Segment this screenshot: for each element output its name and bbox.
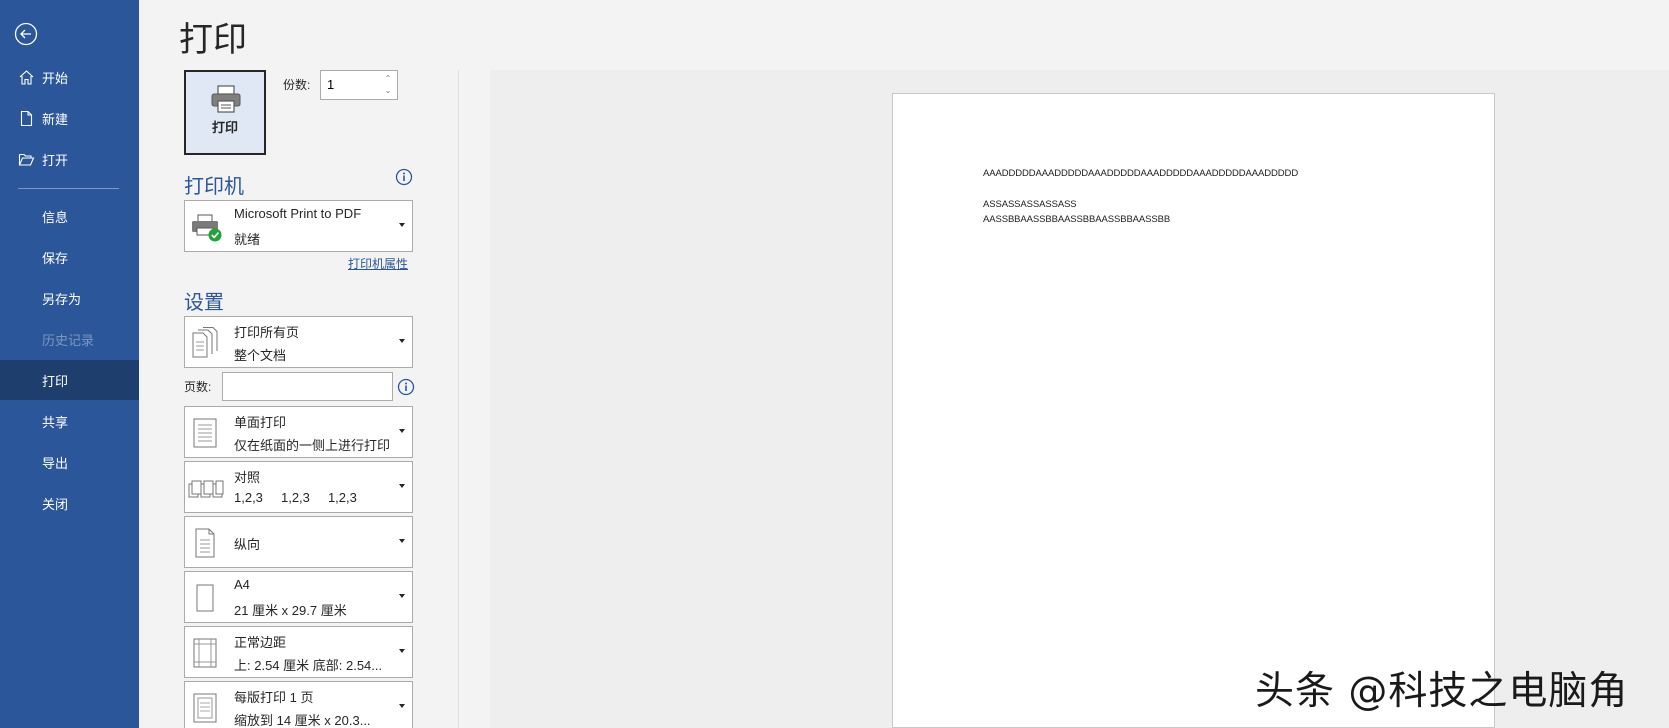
- portrait-icon: [195, 528, 215, 558]
- sidebar-item-label: 共享: [42, 414, 69, 430]
- print-button[interactable]: 打印: [184, 70, 266, 155]
- sidebar-item-label: 历史记录: [42, 332, 95, 348]
- page-title: 打印: [179, 21, 247, 59]
- paper-size-icon: [196, 584, 214, 612]
- document-line: AASSBBAASSBBAASSBBAASSBBAASSBB: [983, 214, 1171, 225]
- copies-input[interactable]: [327, 77, 377, 92]
- dropdown-line2: 仅在纸面的一侧上进行打印: [234, 438, 391, 453]
- dropdown-line2: 1,2,3 1,2,3 1,2,3: [234, 490, 357, 505]
- info-icon[interactable]: [397, 378, 415, 396]
- sidebar-item-label: 开始: [42, 70, 69, 86]
- sidebar-item-open[interactable]: 打开: [0, 139, 139, 179]
- dropdown-line1: 每版打印 1 页: [234, 690, 314, 705]
- sidebar-item-label: 导出: [42, 455, 69, 471]
- all-pages-icon: [192, 327, 218, 358]
- dropdown-line1: 打印所有页: [234, 325, 300, 340]
- sidebar-item-label: 信息: [42, 209, 69, 225]
- info-icon[interactable]: [395, 168, 413, 186]
- watermark: 头条 @科技之电脑角: [1255, 669, 1629, 714]
- document-line: AAADDDDDAAADDDDDAAADDDDDAAADDDDDAAADDDDD…: [983, 168, 1299, 179]
- dropdown-line2: 上: 2.54 厘米 底部: 2.54...: [234, 658, 383, 673]
- sidebar-item-save-as[interactable]: 另存为: [0, 278, 139, 318]
- pages-per-sheet-icon: [193, 693, 217, 723]
- spin-down-icon[interactable]: ⌄: [383, 85, 393, 97]
- backstage-sidebar: 开始 新建 打开 信息 保存 另存为 历史记录 打印 共享 导出 关闭: [0, 0, 139, 728]
- new-document-icon: [20, 110, 33, 127]
- orientation-select[interactable]: 纵向: [184, 516, 413, 568]
- dropdown-line1: 单面打印: [234, 415, 287, 430]
- sidebar-item-history: 历史记录: [0, 319, 139, 359]
- chevron-down-icon: [399, 704, 405, 708]
- dropdown-line1: 纵向: [234, 537, 261, 552]
- paper-size-select[interactable]: A4 21 厘米 x 29.7 厘米: [184, 571, 413, 623]
- sidebar-item-label: 打开: [42, 152, 69, 168]
- home-icon: [19, 70, 34, 85]
- pages-field[interactable]: [222, 372, 393, 401]
- margins-icon: [193, 638, 217, 668]
- collate-icon: [188, 480, 224, 498]
- chevron-down-icon: [399, 484, 405, 488]
- back-arrow-icon[interactable]: [14, 22, 38, 46]
- sidebar-item-new[interactable]: 新建: [0, 98, 139, 138]
- open-folder-icon: [18, 153, 35, 166]
- sidebar-item-label: 保存: [42, 250, 69, 266]
- printer-icon: [192, 214, 222, 242]
- sidebar-item-share[interactable]: 共享: [0, 401, 139, 441]
- printer-icon: [211, 85, 241, 113]
- printer-section-title: 打印机: [184, 176, 244, 198]
- pages-label: 页数:: [184, 380, 212, 394]
- printer-select[interactable]: Microsoft Print to PDF 就绪: [184, 200, 413, 252]
- sidebar-item-label: 打印: [42, 373, 69, 389]
- copies-label: 份数:: [283, 78, 311, 92]
- margins-select[interactable]: 正常边距 上: 2.54 厘米 底部: 2.54...: [184, 626, 413, 678]
- chevron-down-icon: [399, 539, 405, 543]
- print-button-label: 打印: [211, 120, 238, 135]
- printer-status: 就绪: [234, 232, 261, 247]
- print-range-select[interactable]: 打印所有页 整个文档: [184, 316, 413, 368]
- sidebar-item-home[interactable]: 开始: [0, 57, 139, 97]
- dropdown-line2: 21 厘米 x 29.7 厘米: [234, 603, 347, 618]
- sidebar-item-label: 关闭: [42, 496, 69, 512]
- chevron-down-icon: [399, 649, 405, 653]
- preview-page: AAADDDDDAAADDDDDAAADDDDDAAADDDDDAAADDDDD…: [892, 93, 1495, 728]
- collate-select[interactable]: 对照 1,2,3 1,2,3 1,2,3: [184, 461, 413, 513]
- spin-up-icon[interactable]: ⌃: [383, 73, 393, 85]
- pages-per-sheet-select[interactable]: 每版打印 1 页 缩放到 14 厘米 x 20.3...: [184, 681, 413, 728]
- dropdown-line1: 正常边距: [234, 635, 287, 650]
- printer-name: Microsoft Print to PDF: [234, 206, 362, 221]
- chevron-down-icon: [399, 223, 405, 227]
- dropdown-line2: 整个文档: [234, 348, 287, 363]
- sidebar-item-print[interactable]: 打印: [0, 360, 139, 400]
- dropdown-line2: 缩放到 14 厘米 x 20.3...: [234, 713, 371, 728]
- dropdown-line1: A4: [234, 577, 250, 592]
- chevron-down-icon: [399, 339, 405, 343]
- sidebar-item-label: 新建: [42, 111, 69, 127]
- printer-properties-link[interactable]: 打印机属性: [348, 255, 408, 272]
- sidebar-item-close[interactable]: 关闭: [0, 483, 139, 523]
- sidebar-item-export[interactable]: 导出: [0, 442, 139, 482]
- sidebar-item-info[interactable]: 信息: [0, 196, 139, 236]
- document-line: ASSASSASSASSASS: [983, 199, 1077, 210]
- chevron-down-icon: [399, 429, 405, 433]
- settings-section-title: 设置: [184, 292, 224, 314]
- copies-stepper[interactable]: ⌃ ⌄: [320, 70, 398, 100]
- chevron-down-icon: [399, 594, 405, 598]
- one-sided-icon: [193, 418, 217, 448]
- sidebar-divider: [18, 188, 119, 189]
- panel-divider: [458, 70, 459, 728]
- sides-select[interactable]: 单面打印 仅在纸面的一侧上进行打印: [184, 406, 413, 458]
- pages-input[interactable]: [223, 373, 392, 400]
- dropdown-line1: 对照: [234, 470, 261, 485]
- sidebar-item-save[interactable]: 保存: [0, 237, 139, 277]
- sidebar-item-label: 另存为: [42, 291, 82, 307]
